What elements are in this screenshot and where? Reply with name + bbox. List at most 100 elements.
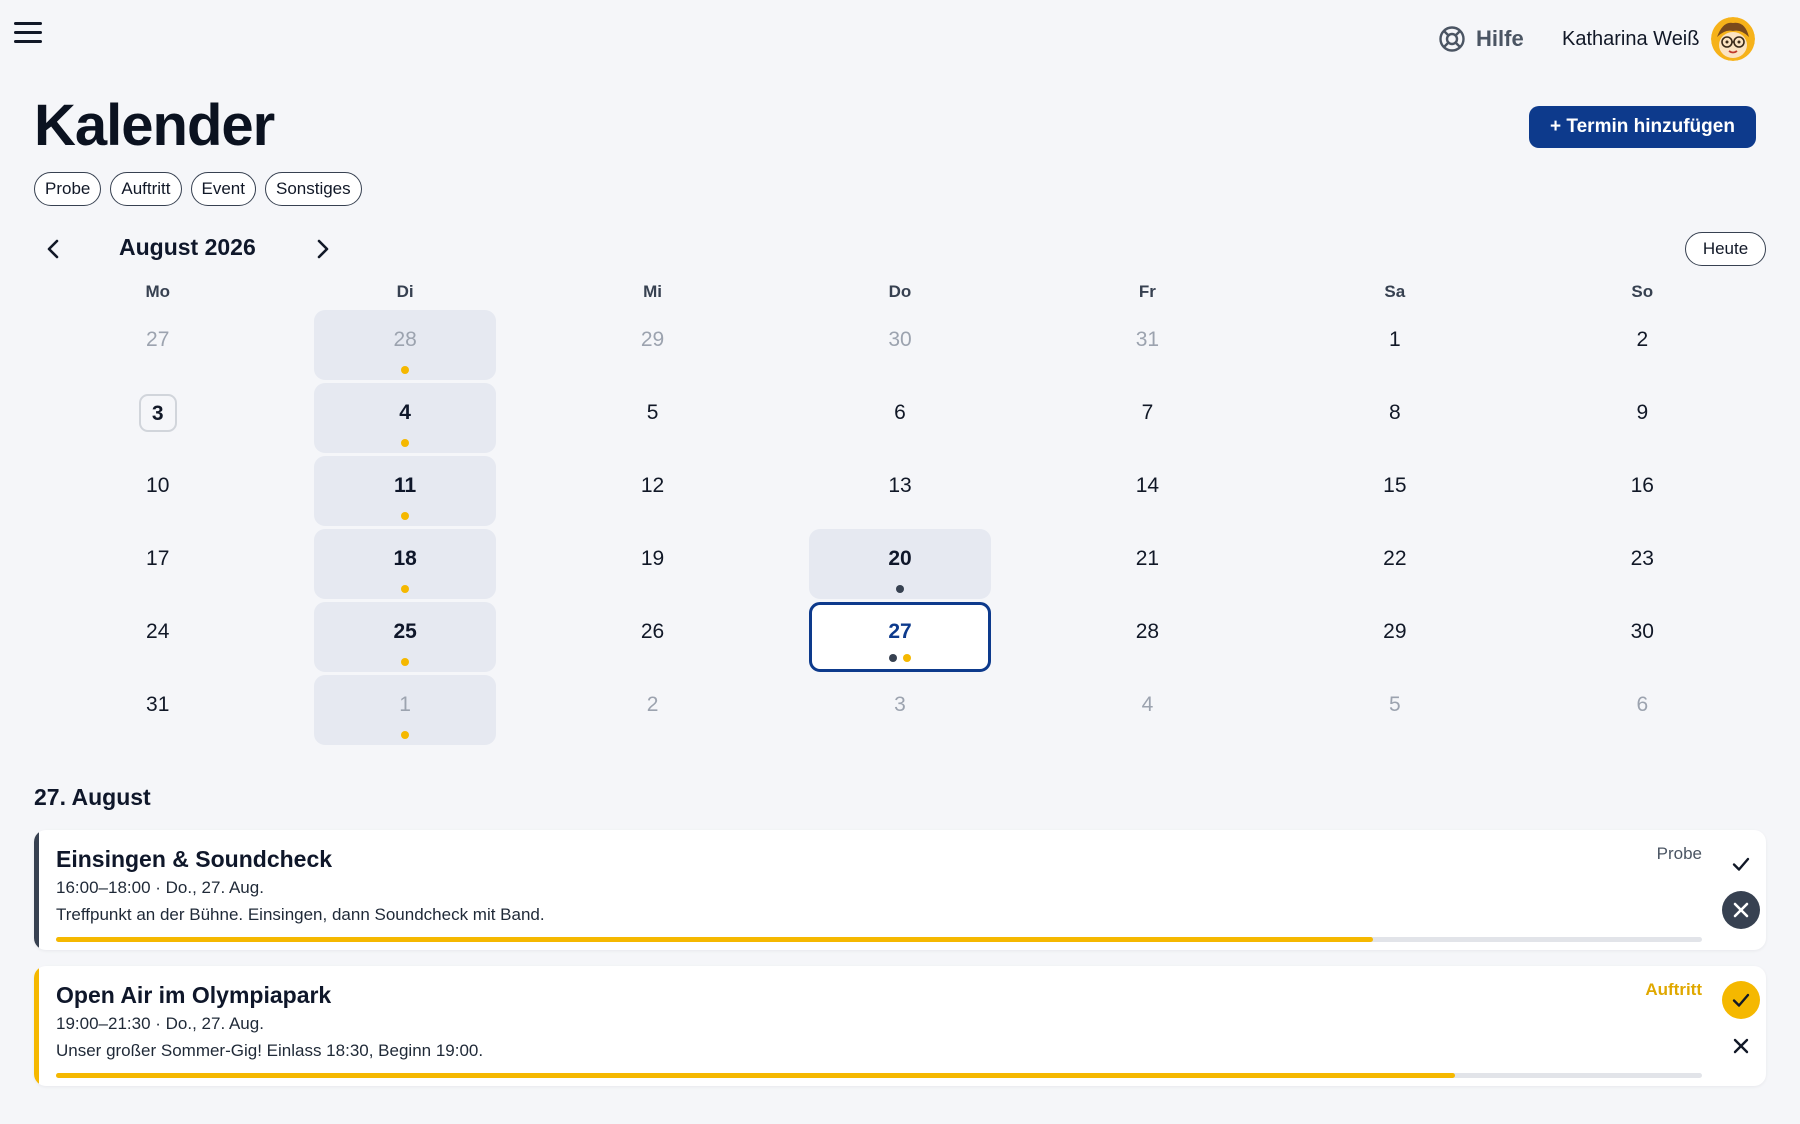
calendar-day[interactable]: 1 — [314, 675, 496, 745]
calendar-day[interactable]: 15 — [1304, 456, 1485, 526]
calendar-day-today[interactable]: 3 — [67, 383, 248, 453]
add-event-button[interactable]: + Termin hinzufügen — [1529, 106, 1756, 148]
next-month-button[interactable] — [310, 236, 334, 262]
event-card[interactable]: Einsingen & Soundcheck 16:00–18:00 · Do.… — [34, 830, 1766, 950]
calendar-day[interactable]: 14 — [1057, 456, 1238, 526]
user-menu[interactable]: Katharina Weiß — [1562, 16, 1756, 62]
event-description: Treffpunkt an der Bühne. Einsingen, dann… — [56, 905, 545, 924]
day-number: 6 — [1552, 693, 1733, 717]
calendar-day[interactable]: 24 — [67, 602, 248, 672]
calendar-day[interactable]: 30 — [1552, 602, 1733, 672]
day-number: 7 — [1057, 401, 1238, 425]
day-number-text: 13 — [888, 474, 912, 497]
filter-chip-probe[interactable]: Probe — [34, 172, 102, 206]
day-number-text: 28 — [393, 328, 417, 351]
calendar-day[interactable]: 19 — [562, 529, 743, 599]
attendance-progress-bar — [56, 1073, 1702, 1078]
event-time: 19:00–21:30 · Do., 27. Aug. — [56, 1014, 264, 1033]
previous-month-button[interactable] — [42, 236, 66, 262]
day-number-text: 11 — [394, 474, 417, 497]
day-number: 3 — [67, 394, 248, 432]
day-number: 26 — [562, 620, 743, 644]
day-number-text: 30 — [1630, 620, 1654, 643]
day-number: 21 — [1057, 547, 1238, 571]
calendar-day[interactable]: 5 — [562, 383, 743, 453]
calendar-day[interactable]: 23 — [1552, 529, 1733, 599]
day-number-text: 21 — [1135, 547, 1160, 570]
day-number: 9 — [1552, 401, 1733, 425]
day-number: 14 — [1057, 474, 1238, 498]
calendar-day[interactable]: 20 — [809, 529, 991, 599]
calendar-day[interactable]: 10 — [67, 456, 248, 526]
calendar-day[interactable]: 6 — [1552, 675, 1733, 745]
calendar-day[interactable]: 17 — [67, 529, 248, 599]
day-number-text: 3 — [894, 693, 906, 716]
calendar-day[interactable]: 9 — [1552, 383, 1733, 453]
day-number-text: 2 — [1636, 328, 1649, 351]
calendar-day[interactable]: 30 — [809, 310, 990, 380]
accept-button[interactable] — [1722, 981, 1760, 1019]
day-number-text: 14 — [1135, 474, 1160, 497]
calendar-day[interactable]: 26 — [562, 602, 743, 672]
filter-chip-auftritt[interactable]: Auftritt — [110, 172, 182, 206]
calendar-day[interactable]: 4 — [314, 383, 496, 453]
calendar-day[interactable]: 18 — [314, 529, 496, 599]
day-number: 6 — [809, 401, 990, 425]
top-bar: Hilfe Katharina Weiß — [0, 0, 1800, 80]
today-button[interactable]: Heute — [1685, 232, 1766, 266]
filter-chip-sonstiges[interactable]: Sonstiges — [264, 172, 362, 206]
day-number: 20 — [809, 547, 990, 571]
day-number: 24 — [67, 620, 248, 644]
calendar-day[interactable]: 13 — [809, 456, 990, 526]
day-number-text: 4 — [1141, 693, 1154, 716]
calendar-day[interactable]: 28 — [1057, 602, 1238, 672]
calendar-day[interactable]: 8 — [1304, 383, 1485, 453]
filter-chip-event[interactable]: Event — [190, 172, 256, 206]
calendar-day[interactable]: 2 — [1552, 310, 1733, 380]
calendar-day[interactable]: 5 — [1304, 675, 1485, 745]
day-number-text: 30 — [888, 328, 912, 351]
calendar-day[interactable]: 3 — [809, 675, 990, 745]
accept-button[interactable] — [1722, 845, 1760, 883]
calendar-day[interactable]: 27 — [67, 310, 248, 380]
day-number-text: 26 — [640, 620, 665, 643]
help-link[interactable]: Hilfe — [1438, 22, 1524, 56]
day-number-text: 1 — [399, 693, 411, 716]
calendar-day[interactable]: 12 — [562, 456, 743, 526]
close-icon — [1733, 902, 1749, 918]
calendar-day[interactable]: 7 — [1057, 383, 1238, 453]
page-title: Kalender — [34, 93, 275, 158]
menu-icon[interactable] — [14, 22, 42, 46]
calendar-day[interactable]: 2 — [562, 675, 743, 745]
calendar-day[interactable]: 29 — [562, 310, 743, 380]
calendar-day[interactable]: 31 — [67, 675, 248, 745]
calendar-day[interactable]: 31 — [1057, 310, 1238, 380]
decline-button[interactable] — [1722, 891, 1760, 929]
day-number-text: 31 — [146, 693, 170, 716]
day-number-text: 19 — [640, 547, 665, 570]
calendar-day[interactable]: 28 — [314, 310, 496, 380]
close-icon — [1733, 1038, 1749, 1054]
calendar-day[interactable]: 1 — [1304, 310, 1485, 380]
day-number-text: 31 — [1135, 328, 1160, 351]
calendar-day[interactable]: 16 — [1552, 456, 1733, 526]
calendar-day[interactable]: 11 — [314, 456, 496, 526]
day-number-text: 16 — [1630, 474, 1654, 497]
calendar-day[interactable]: 22 — [1304, 529, 1485, 599]
decline-button[interactable] — [1722, 1027, 1760, 1065]
day-number: 25 — [314, 620, 495, 644]
day-number-text: 17 — [146, 547, 170, 570]
calendar-day[interactable]: 21 — [1057, 529, 1238, 599]
day-number: 30 — [1552, 620, 1733, 644]
day-number-text: 5 — [1389, 693, 1401, 716]
calendar-day[interactable]: 6 — [809, 383, 990, 453]
event-dot — [401, 512, 410, 520]
calendar-day[interactable]: 29 — [1304, 602, 1485, 672]
calendar-day[interactable]: 4 — [1057, 675, 1238, 745]
calendar-day-selected[interactable]: 27 — [809, 602, 991, 672]
calendar-grid: 27 28 29 30 31 1 2 3 4 5 6 7 8 9 10 11 12 13 14 15 16 17 18 19 2… — [34, 310, 1766, 748]
event-card[interactable]: Open Air im Olympiapark 19:00–21:30 · Do… — [34, 966, 1766, 1086]
day-number: 17 — [67, 547, 248, 571]
day-number: 8 — [1304, 401, 1485, 425]
calendar-day[interactable]: 25 — [314, 602, 496, 672]
